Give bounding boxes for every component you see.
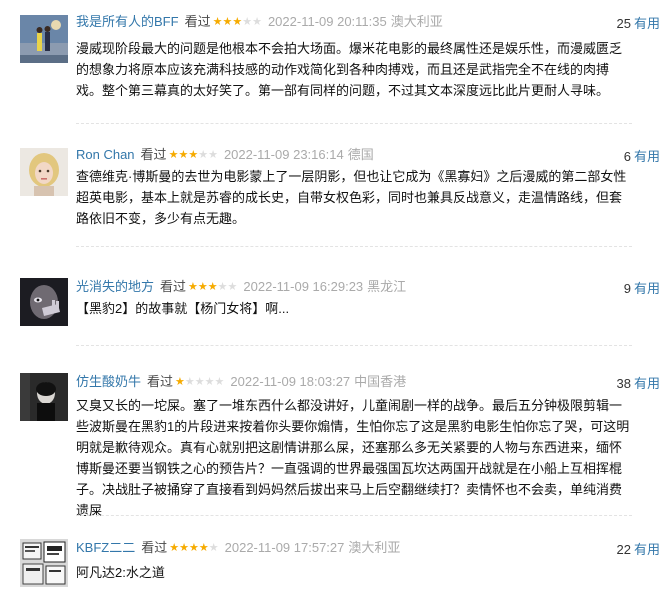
watch-status: 看过 bbox=[140, 147, 167, 162]
star-rating: ★★★★★ bbox=[175, 376, 225, 388]
review-header: 仿生酸奶牛 看过 ★★★★★ 2022-11-09 18:03:27 中国香港 bbox=[76, 373, 632, 391]
blonde-woman-photo-icon bbox=[20, 148, 68, 196]
user-avatar[interactable] bbox=[20, 539, 68, 587]
vote-count: 25 bbox=[616, 16, 631, 31]
newspaper-collage-icon bbox=[20, 539, 68, 587]
vote-area: 6 有用 bbox=[624, 146, 660, 165]
watch-status: 看过 bbox=[141, 540, 168, 555]
star-rating: ★★★★★ bbox=[168, 149, 218, 161]
star-rating: ★★★★★ bbox=[212, 16, 262, 28]
review-location: 澳大利亚 bbox=[390, 14, 443, 29]
username-link[interactable]: 我是所有人的BFF bbox=[76, 14, 179, 29]
watch-status: 看过 bbox=[147, 374, 174, 389]
vote-count: 6 bbox=[623, 149, 631, 164]
review-time: 2022-11-09 18:03:27 bbox=[230, 374, 351, 389]
user-avatar[interactable] bbox=[20, 148, 68, 196]
review-content: 查德维克·博斯曼的去世为电影蒙上了一层阴影，但也让它成为《黑寡妇》之后漫威的第二… bbox=[76, 169, 627, 226]
review-location: 中国香港 bbox=[354, 374, 407, 389]
vote-count: 9 bbox=[623, 281, 631, 296]
review-location: 德国 bbox=[347, 147, 374, 162]
useful-button[interactable]: 有用 bbox=[634, 16, 660, 31]
review-item: Ron Chan 看过 ★★★★★ 2022-11-09 23:16:14 德国 6 有用… bbox=[0, 146, 660, 247]
face-with-hand-photo-icon bbox=[20, 278, 68, 326]
watch-status: 看过 bbox=[184, 14, 211, 29]
vote-area: 25 有用 bbox=[617, 13, 660, 32]
user-avatar[interactable] bbox=[20, 373, 68, 421]
review-location: 黑龙江 bbox=[367, 279, 407, 294]
watch-status: 看过 bbox=[160, 279, 187, 294]
useful-button[interactable]: 有用 bbox=[634, 376, 660, 391]
username-link[interactable]: 光消失的地方 bbox=[76, 279, 154, 294]
username-link[interactable]: 仿生酸奶牛 bbox=[76, 374, 141, 389]
comment-list: 我是所有人的BFF 看过 ★★★★★ 2022-11-09 20:11:35 澳大利亚 … bbox=[0, 0, 660, 596]
review-header: 光消失的地方 看过 ★★★★★ 2022-11-09 16:29:23 黑龙江 bbox=[76, 278, 632, 296]
review-header: 我是所有人的BFF 看过 ★★★★★ 2022-11-09 20:11:35 澳大利亚 bbox=[76, 13, 632, 31]
review-location: 澳大利亚 bbox=[348, 540, 401, 555]
review-content: 【黑豹2】的故事就【杨门女将】啊... bbox=[76, 301, 290, 316]
vote-area: 22 有用 bbox=[617, 539, 660, 558]
user-avatar[interactable] bbox=[20, 15, 68, 63]
divider bbox=[76, 515, 632, 516]
divider bbox=[76, 246, 632, 247]
useful-button[interactable]: 有用 bbox=[634, 149, 660, 164]
user-avatar[interactable] bbox=[20, 278, 68, 326]
username-link[interactable]: KBFZ二二 bbox=[76, 540, 135, 555]
useful-button[interactable]: 有用 bbox=[634, 542, 660, 557]
review-time: 2022-11-09 23:16:14 bbox=[223, 147, 344, 162]
review-item: 仿生酸奶牛 看过 ★★★★★ 2022-11-09 18:03:27 中国香港 38 有用… bbox=[0, 373, 660, 518]
review-time: 2022-11-09 16:29:23 bbox=[243, 279, 364, 294]
review-content: 阿凡达2:水之道 bbox=[76, 565, 165, 580]
couple-dancing-photo-icon bbox=[20, 15, 68, 63]
review-content: 又臭又长的一坨屎。塞了一堆东西什么都没讲好，儿童闹剧一样的战争。最后五分钟极限剪… bbox=[76, 398, 630, 518]
username-link[interactable]: Ron Chan bbox=[76, 147, 135, 162]
review-time: 2022-11-09 20:11:35 bbox=[267, 14, 387, 29]
review-item: 我是所有人的BFF 看过 ★★★★★ 2022-11-09 20:11:35 澳大利亚 … bbox=[0, 13, 660, 124]
useful-button[interactable]: 有用 bbox=[634, 281, 660, 296]
review-header: Ron Chan 看过 ★★★★★ 2022-11-09 23:16:14 德国 bbox=[76, 146, 632, 164]
dark-figure-photo-icon bbox=[20, 373, 68, 421]
review-item: KBFZ二二 看过 ★★★★★ 2022-11-09 17:57:27 澳大利亚 22 有… bbox=[0, 539, 660, 596]
star-rating: ★★★★★ bbox=[188, 281, 238, 293]
vote-count: 22 bbox=[616, 542, 631, 557]
vote-area: 38 有用 bbox=[617, 373, 660, 392]
vote-area: 9 有用 bbox=[624, 278, 660, 297]
divider bbox=[76, 123, 632, 124]
review-time: 2022-11-09 17:57:27 bbox=[224, 540, 345, 555]
review-header: KBFZ二二 看过 ★★★★★ 2022-11-09 17:57:27 澳大利亚 bbox=[76, 539, 632, 557]
review-item: 光消失的地方 看过 ★★★★★ 2022-11-09 16:29:23 黑龙江 9 有用 … bbox=[0, 278, 660, 348]
star-rating: ★★★★★ bbox=[169, 542, 219, 554]
divider bbox=[76, 345, 632, 346]
vote-count: 38 bbox=[616, 376, 631, 391]
review-content: 漫威现阶段最大的问题是他根本不会拍大场面。爆米花电影的最终属性还是娱乐性，而漫威… bbox=[76, 41, 623, 98]
